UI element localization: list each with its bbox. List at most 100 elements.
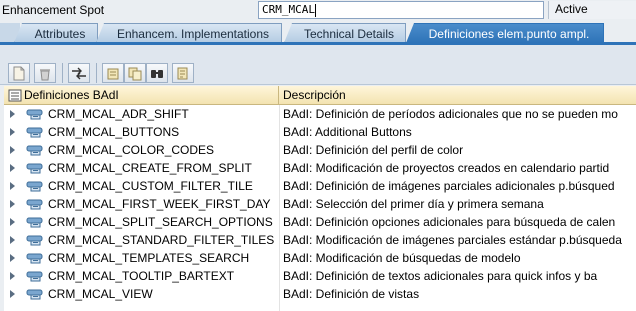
table-row[interactable]: CRM_MCAL_TOOLTIP_BARTEXT BAdI: Definición… xyxy=(4,267,636,285)
badi-name: CRM_MCAL_FIRST_WEEK_FIRST_DAY xyxy=(48,197,271,211)
table-row[interactable]: CRM_MCAL_STANDARD_FILTER_TILES BAdI: Modi… xyxy=(4,231,636,249)
expand-arrow-icon[interactable] xyxy=(10,218,15,226)
delete-button[interactable] xyxy=(34,63,56,83)
tree-header-icon xyxy=(8,89,22,102)
expand-arrow-icon[interactable] xyxy=(10,236,15,244)
copy-button[interactable] xyxy=(124,63,146,83)
badi-description: BAdI: Definición opciones adicionales pa… xyxy=(283,215,616,229)
badi-name-cell[interactable]: CRM_MCAL_CREATE_FROM_SPLIT xyxy=(4,159,278,177)
badi-name-cell[interactable]: CRM_MCAL_TEMPLATES_SEARCH xyxy=(4,249,278,267)
badi-name-cell[interactable]: CRM_MCAL_BUTTONS xyxy=(4,123,278,141)
badi-name: CRM_MCAL_TEMPLATES_SEARCH xyxy=(48,251,250,265)
badi-name: CRM_MCAL_STANDARD_FILTER_TILES xyxy=(48,233,275,247)
badi-definition-icon xyxy=(26,109,43,120)
expand-arrow-icon[interactable] xyxy=(10,272,15,280)
toolbar xyxy=(0,45,636,85)
status-field: Active xyxy=(548,1,636,19)
badi-name-cell[interactable]: CRM_MCAL_FIRST_WEEK_FIRST_DAY xyxy=(4,195,278,213)
badi-name-cell[interactable]: CRM_MCAL_CUSTOM_FILTER_TILE xyxy=(4,177,278,195)
badi-description: BAdI: Definición de períodos adicionales… xyxy=(283,107,618,121)
badi-name-cell[interactable]: CRM_MCAL_COLOR_CODES xyxy=(4,141,278,159)
badi-definition-icon xyxy=(26,181,43,192)
badi-description: BAdI: Modificación de proyectos creados … xyxy=(283,161,610,175)
enhancement-spot-label: Enhancement Spot xyxy=(2,3,105,17)
badi-definition-icon xyxy=(26,235,43,246)
badi-definition-icon xyxy=(26,145,43,156)
copy-icon xyxy=(128,67,142,80)
badi-definition-icon xyxy=(26,253,43,264)
documentation-icon xyxy=(177,67,188,79)
table-row[interactable]: CRM_MCAL_VIEW BAdI: Definición de vistas xyxy=(4,285,636,303)
badi-definition-icon xyxy=(26,271,43,282)
tab-technical-details[interactable]: Technical Details xyxy=(284,23,406,43)
table-row[interactable]: CRM_MCAL_CUSTOM_FILTER_TILE BAdI: Definic… xyxy=(4,177,636,195)
find-button[interactable] xyxy=(146,63,168,83)
badi-definitions-table: Definiciones BAdI Descripción CRM_MCAL_A… xyxy=(4,86,636,311)
badi-description: BAdI: Definición de imágenes parciales a… xyxy=(283,179,615,193)
badi-name: CRM_MCAL_ADR_SHIFT xyxy=(48,107,189,121)
text-caret xyxy=(314,3,316,17)
table-row[interactable]: CRM_MCAL_TEMPLATES_SEARCH BAdI: Modificac… xyxy=(4,249,636,267)
table-row[interactable]: CRM_MCAL_SPLIT_SEARCH_OPTIONS BAdI: Defin… xyxy=(4,213,636,231)
new-document-icon xyxy=(13,66,25,80)
badi-name-cell[interactable]: CRM_MCAL_STANDARD_FILTER_TILES xyxy=(4,231,278,249)
toolbar-separator xyxy=(62,63,63,83)
badi-name: CRM_MCAL_SPLIT_SEARCH_OPTIONS xyxy=(48,215,273,229)
header-row: Enhancement Spot CRM_MCAL Active xyxy=(0,0,636,20)
table-row[interactable]: CRM_MCAL_CREATE_FROM_SPLIT BAdI: Modifica… xyxy=(4,159,636,177)
badi-description: BAdI: Definición de vistas xyxy=(283,287,420,301)
tab-strip: Attributes Enhancem. Implementations Tec… xyxy=(0,21,636,45)
badi-definition-icon xyxy=(26,127,43,138)
expand-arrow-icon[interactable] xyxy=(10,254,15,262)
column-header-definiciones[interactable]: Definiciones BAdI xyxy=(4,86,279,105)
enhancement-spot-field[interactable]: CRM_MCAL xyxy=(258,1,544,19)
badi-name: CRM_MCAL_TOOLTIP_BARTEXT xyxy=(48,269,235,283)
badi-description: BAdI: Definición de textos adicionales p… xyxy=(283,269,598,283)
badi-name: CRM_MCAL_VIEW xyxy=(48,287,153,301)
badi-description: BAdI: Modificación de búsquedas de model… xyxy=(283,251,521,265)
move-button[interactable] xyxy=(68,63,90,83)
badi-definition-icon xyxy=(26,163,43,174)
new-document-button[interactable] xyxy=(8,63,30,83)
delete-icon xyxy=(40,68,50,80)
badi-definition-icon xyxy=(26,217,43,228)
badi-description: BAdI: Modificación de imágenes parciales… xyxy=(283,233,622,247)
details-button[interactable] xyxy=(102,63,124,83)
move-arrows-icon xyxy=(72,67,86,79)
badi-name: CRM_MCAL_BUTTONS xyxy=(48,125,180,139)
documentation-button[interactable] xyxy=(172,63,194,83)
badi-name-cell[interactable]: CRM_MCAL_TOOLTIP_BARTEXT xyxy=(4,267,278,285)
badi-definition-icon xyxy=(26,199,43,210)
expand-arrow-icon[interactable] xyxy=(10,290,15,298)
badi-name: CRM_MCAL_COLOR_CODES xyxy=(48,143,215,157)
column-label: Definiciones BAdI xyxy=(24,88,119,102)
column-header-descripcion[interactable]: Descripción xyxy=(279,86,636,105)
expand-arrow-icon[interactable] xyxy=(10,146,15,154)
find-icon xyxy=(151,69,163,78)
details-icon xyxy=(107,68,119,79)
badi-name-cell[interactable]: CRM_MCAL_VIEW xyxy=(4,285,278,303)
badi-name: CRM_MCAL_CUSTOM_FILTER_TILE xyxy=(48,179,253,193)
expand-arrow-icon[interactable] xyxy=(10,200,15,208)
badi-definition-icon xyxy=(26,289,43,300)
badi-description: BAdI: Selección del primer día y primera… xyxy=(283,197,544,211)
badi-description: BAdI: Definición del perfil de color xyxy=(283,143,464,157)
table-row[interactable]: CRM_MCAL_COLOR_CODES BAdI: Definición del… xyxy=(4,141,636,159)
badi-name-cell[interactable]: CRM_MCAL_ADR_SHIFT xyxy=(4,105,278,123)
badi-name: CRM_MCAL_CREATE_FROM_SPLIT xyxy=(48,161,252,175)
table-row[interactable]: CRM_MCAL_BUTTONS BAdI: Additional Buttons xyxy=(4,123,636,141)
table-header: Definiciones BAdI Descripción xyxy=(4,86,636,105)
expand-arrow-icon[interactable] xyxy=(10,110,15,118)
table-row[interactable]: CRM_MCAL_ADR_SHIFT BAdI: Definición de pe… xyxy=(4,105,636,123)
badi-description: BAdI: Additional Buttons xyxy=(283,125,412,139)
expand-arrow-icon[interactable] xyxy=(10,128,15,136)
tab-enhancement-implementations[interactable]: Enhancem. Implementations xyxy=(96,23,282,43)
expand-arrow-icon[interactable] xyxy=(10,164,15,172)
tab-definiciones[interactable]: Definiciones elem.punto ampl. xyxy=(406,23,604,43)
enhancement-spot-value: CRM_MCAL xyxy=(262,3,315,16)
badi-name-cell[interactable]: CRM_MCAL_SPLIT_SEARCH_OPTIONS xyxy=(4,213,278,231)
expand-arrow-icon[interactable] xyxy=(10,182,15,190)
tab-attributes[interactable]: Attributes xyxy=(14,23,98,43)
table-row[interactable]: CRM_MCAL_FIRST_WEEK_FIRST_DAY BAdI: Selec… xyxy=(4,195,636,213)
toolbar-separator xyxy=(96,63,97,83)
